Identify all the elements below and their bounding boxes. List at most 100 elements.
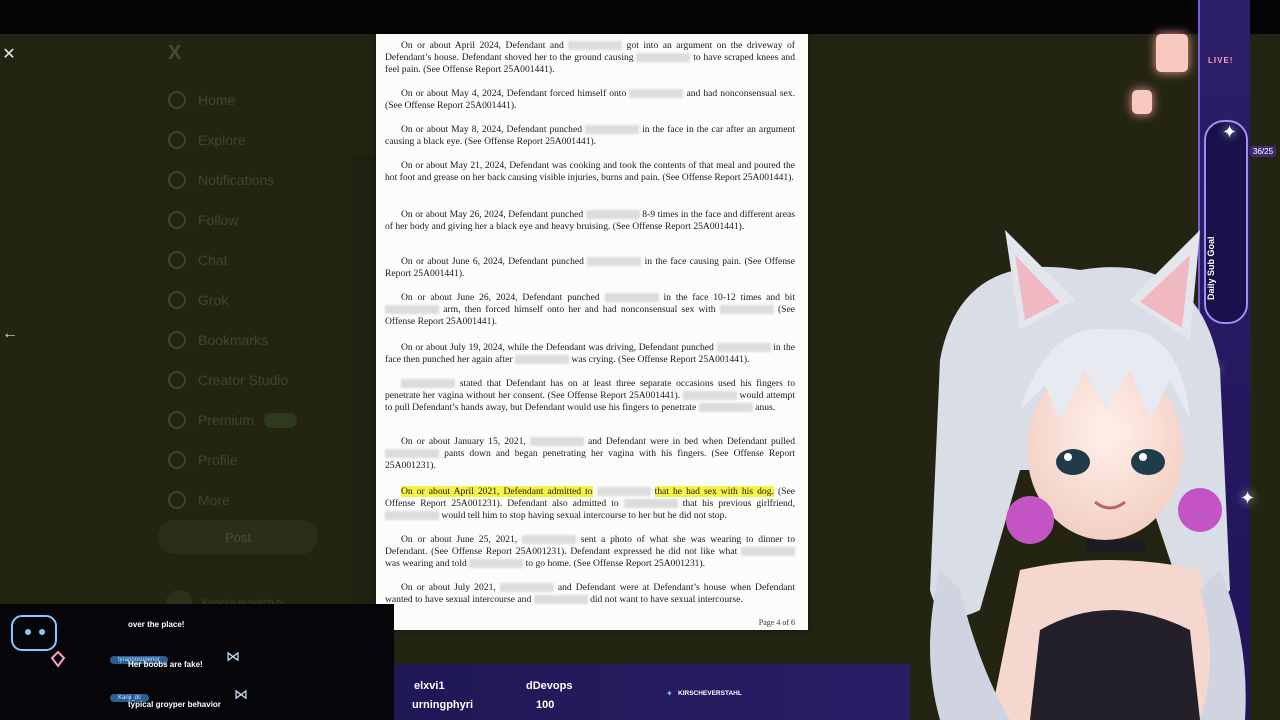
sidebar-item-label: Bookmarks bbox=[198, 332, 269, 348]
post-button[interactable]: Post bbox=[158, 520, 318, 554]
sidebar-item-more[interactable]: More bbox=[168, 480, 297, 520]
document-paragraph: On or about July 19, 2024, while the Def… bbox=[385, 342, 796, 365]
sidebar-item-label: Explore bbox=[198, 132, 246, 148]
redaction-block bbox=[716, 343, 771, 353]
redaction-block bbox=[514, 355, 569, 365]
document-paragraph: On or about June 26, 2024, Defendant pun… bbox=[385, 292, 796, 327]
redaction-block bbox=[682, 391, 737, 401]
sidebar-item-creator-studio[interactable]: Creator Studio bbox=[168, 360, 297, 400]
premium-badge bbox=[264, 412, 297, 428]
highlighted-text: that he had sex with his dog. bbox=[654, 486, 774, 497]
bow-icon: ⋈ bbox=[226, 648, 240, 664]
redaction-block bbox=[585, 210, 640, 220]
sidebar-item-label: Premium bbox=[198, 412, 255, 428]
more-icon bbox=[168, 491, 186, 509]
sidebar-item-explore[interactable]: Explore bbox=[168, 120, 297, 160]
sidebar-item-label: Follow bbox=[198, 212, 239, 228]
redaction-block bbox=[585, 125, 640, 135]
highlighted-text: On or about April 2021, Defendant admitt… bbox=[401, 486, 593, 497]
leaderboard-name: elxvi1 bbox=[414, 680, 445, 692]
sidebar-item-notifications[interactable]: Notifications bbox=[168, 160, 297, 200]
stream-screen: ✕ ← X Home Explore Notifications Follow … bbox=[0, 0, 1280, 720]
live-label: LIVE! bbox=[1208, 56, 1234, 65]
creator-icon bbox=[168, 371, 186, 389]
sidebar-item-home[interactable]: Home bbox=[168, 80, 297, 120]
redaction-block bbox=[636, 53, 691, 63]
chat-message: Her boobs are fake! bbox=[128, 660, 203, 669]
sparkle-icon: ✦ bbox=[1222, 122, 1238, 142]
redaction-block bbox=[521, 535, 576, 545]
top-bar bbox=[0, 0, 1280, 34]
redaction-block bbox=[385, 305, 439, 315]
back-arrow-icon[interactable]: ← bbox=[2, 325, 18, 343]
document-paragraph: On or about June 25, 2021, sent a photo … bbox=[385, 534, 795, 569]
sidebar-item-label: Profile bbox=[198, 452, 238, 468]
redaction-block bbox=[469, 559, 524, 569]
x-sidebar-nav: Home Explore Notifications Follow Chat G… bbox=[168, 80, 297, 520]
document-paragraph: On or about May 8, 2024, Defendant punch… bbox=[385, 124, 795, 147]
sidebar-item-label: Notifications bbox=[198, 172, 275, 188]
bell-icon bbox=[168, 171, 186, 189]
sidebar-item-profile[interactable]: Profile bbox=[168, 440, 297, 480]
redaction-block bbox=[568, 41, 623, 51]
profile-icon bbox=[168, 451, 186, 469]
sidebar-item-label: Home bbox=[198, 92, 236, 108]
sidebar-item-follow[interactable]: Follow bbox=[168, 200, 297, 240]
search-icon bbox=[168, 131, 186, 149]
document-paragraph: On or about May 21, 2024, Defendant was … bbox=[385, 160, 795, 183]
chat-mascot-icon bbox=[11, 615, 66, 668]
sidebar-item-bookmarks[interactable]: Bookmarks bbox=[168, 320, 297, 360]
x-logo[interactable]: X bbox=[168, 42, 181, 65]
redaction-block bbox=[741, 547, 795, 557]
grok-icon bbox=[168, 291, 186, 309]
redaction-block bbox=[385, 511, 439, 521]
lantern-decoration bbox=[1156, 34, 1188, 72]
twitter-icon: ✦ bbox=[666, 689, 673, 698]
sidebar-item-label: Chat bbox=[198, 252, 228, 268]
redaction-block bbox=[596, 487, 651, 497]
sidebar-item-label: Creator Studio bbox=[198, 372, 289, 388]
bow-icon: ⋈ bbox=[234, 686, 248, 702]
document-paragraph: On or about January 15, 2021, and Defend… bbox=[385, 436, 795, 471]
redaction-block bbox=[629, 89, 684, 99]
document-paragraph: On or about April 2021, Defendant admitt… bbox=[385, 486, 795, 521]
redaction-block bbox=[698, 403, 753, 413]
vtuber-avatar bbox=[900, 210, 1260, 720]
redaction-block bbox=[499, 583, 554, 593]
chat-overlay: over the place! tyrannosuperior Her boob… bbox=[0, 604, 394, 720]
leaderboard-bar bbox=[394, 664, 910, 720]
chat-message: over the place! bbox=[128, 620, 185, 629]
redaction-block bbox=[623, 499, 678, 509]
close-icon[interactable]: ✕ bbox=[2, 44, 16, 64]
right-column-heading bbox=[820, 196, 824, 212]
redaction-block bbox=[587, 257, 642, 267]
feed-column-edge bbox=[352, 156, 376, 626]
redaction-block bbox=[533, 595, 588, 605]
sub-goal-count: 36/25 bbox=[1250, 146, 1277, 157]
redaction-block bbox=[604, 293, 659, 303]
court-document-page: On or about April 2024, Defendant and go… bbox=[376, 34, 808, 630]
document-paragraph: On or about July 2021, and Defendant wer… bbox=[385, 582, 795, 605]
sidebar-item-chat[interactable]: Chat bbox=[168, 240, 297, 280]
x-icon bbox=[168, 411, 186, 429]
sidebar-item-label: More bbox=[198, 492, 230, 508]
leaderboard-value: 100 bbox=[536, 699, 555, 711]
bookmark-icon bbox=[168, 331, 186, 349]
sidebar-item-label: Grok bbox=[198, 292, 229, 308]
lantern-decoration bbox=[1132, 90, 1152, 114]
sidebar-item-grok[interactable]: Grok bbox=[168, 280, 297, 320]
redaction-block bbox=[385, 449, 439, 459]
redaction-block bbox=[719, 305, 774, 315]
document-paragraph: On or about June 6, 2024, Defendant punc… bbox=[385, 256, 795, 279]
redaction-block bbox=[529, 437, 584, 447]
sidebar-item-premium[interactable]: Premium bbox=[168, 400, 297, 440]
document-paragraph: On or about April 2024, Defendant and go… bbox=[385, 40, 796, 75]
follow-icon bbox=[168, 211, 186, 229]
document-paragraph: On or about May 4, 2024, Defendant force… bbox=[385, 88, 796, 111]
leaderboard-name: dDevops bbox=[526, 680, 573, 692]
redaction-block bbox=[401, 379, 455, 389]
leaderboard-name: urningphyri bbox=[412, 699, 474, 711]
twitter-handle: KIRSCHEVERSTAHL bbox=[678, 690, 742, 697]
chat-message: typical groyper behavior bbox=[128, 700, 221, 709]
document-paragraph: On or about May 26, 2024, Defendant punc… bbox=[385, 209, 795, 232]
